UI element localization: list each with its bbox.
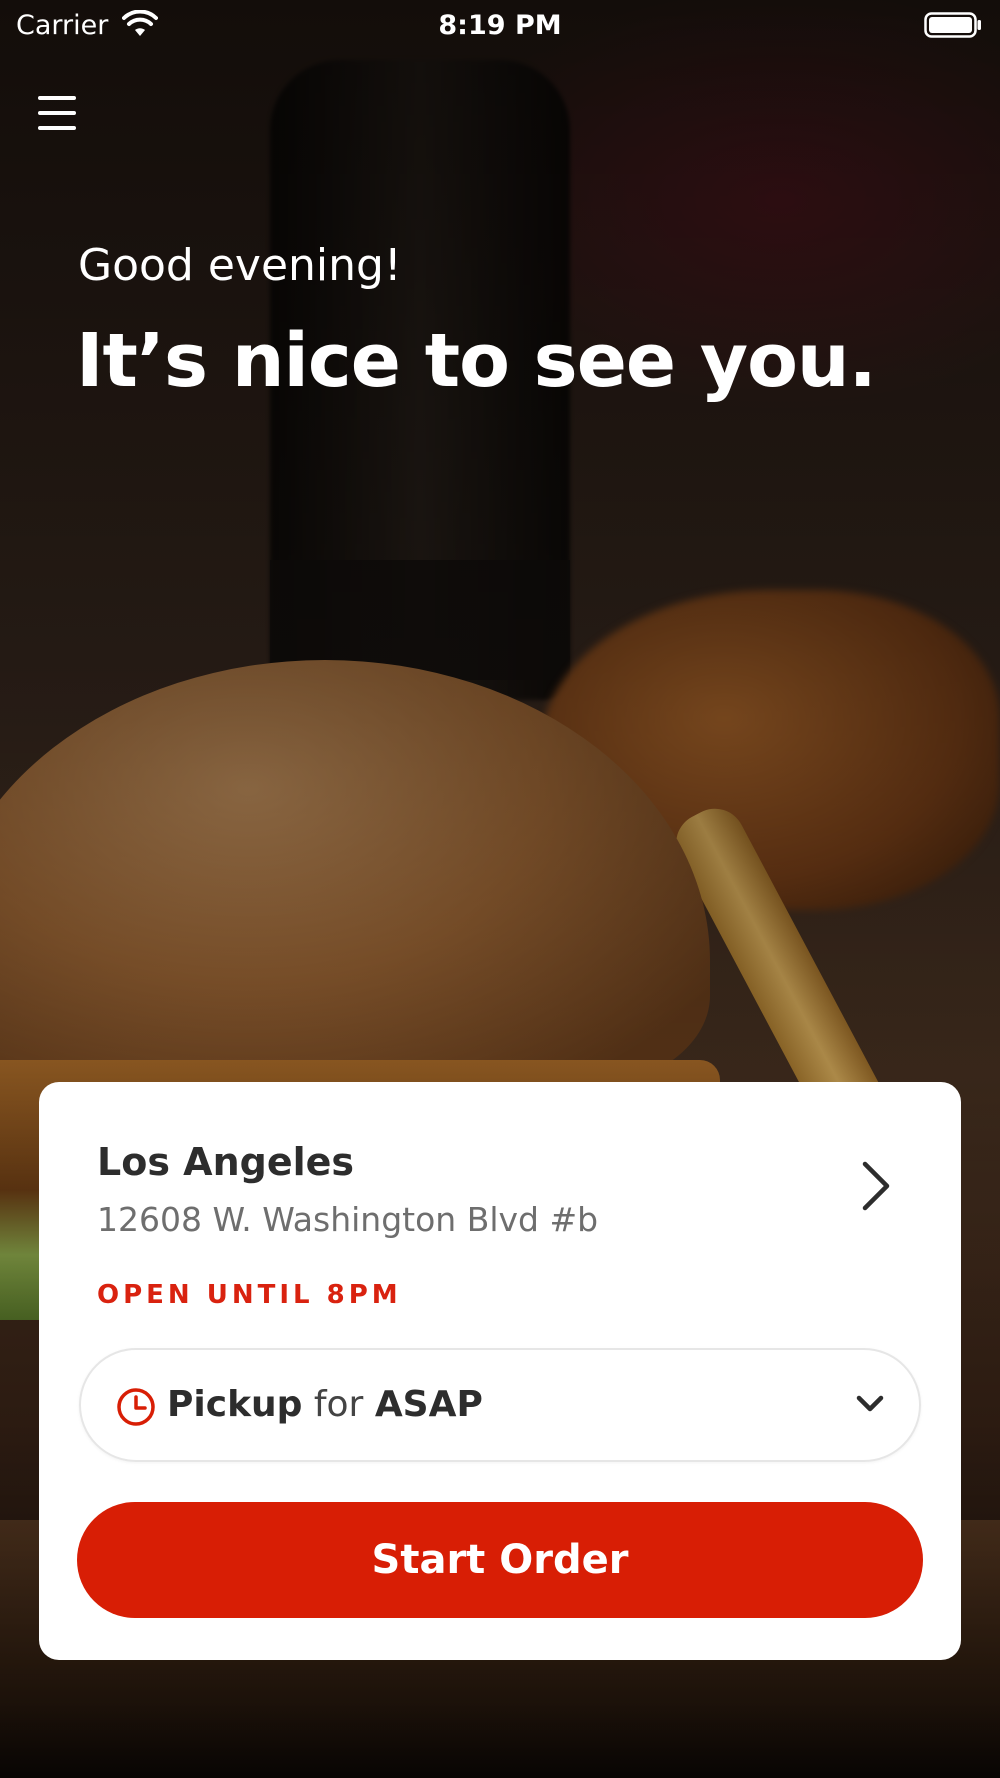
clock-icon [117, 1388, 155, 1426]
hamburger-menu-icon[interactable] [30, 88, 86, 138]
order-mode-label: Pickup [167, 1384, 303, 1425]
order-card: Los Angeles 12608 W. Washington Blvd #b … [39, 1082, 961, 1660]
chevron-right-icon [862, 1161, 890, 1211]
greeting-subtitle: Good evening! [78, 240, 402, 291]
location-name: Los Angeles [97, 1140, 355, 1184]
app-screen: Carrier 8:19 PM Good evening! It’s nice … [0, 0, 1000, 1778]
menu-line-top [38, 96, 76, 100]
menu-line-bottom [38, 126, 76, 130]
start-order-button[interactable]: Start Order [77, 1502, 923, 1618]
store-hours-badge: OPEN UNTIL 8PM [97, 1280, 402, 1310]
location-selector[interactable]: Los Angeles 12608 W. Washington Blvd #b [97, 1140, 921, 1240]
battery-icon [924, 12, 981, 38]
greeting-title: It’s nice to see you. [76, 318, 877, 404]
pickup-summary: Pickup for ASAP [167, 1384, 483, 1425]
order-time-label: ASAP [374, 1384, 483, 1425]
menu-line-middle [38, 111, 76, 115]
status-time: 8:19 PM [438, 10, 562, 41]
order-mode-connector: for [313, 1384, 364, 1425]
status-bar: Carrier 8:19 PM [0, 0, 1000, 50]
chevron-down-icon [856, 1395, 884, 1412]
pickup-time-dropdown[interactable]: Pickup for ASAP [79, 1348, 921, 1462]
location-address: 12608 W. Washington Blvd #b [97, 1200, 599, 1239]
